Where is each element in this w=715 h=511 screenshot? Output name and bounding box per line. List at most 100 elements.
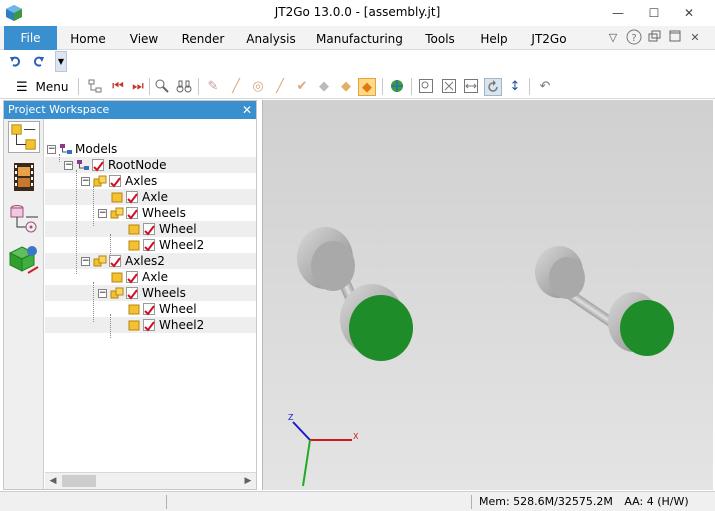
axle-assembly-2[interactable] bbox=[535, 246, 674, 356]
model-tree-icon[interactable] bbox=[8, 121, 40, 153]
tree-expander[interactable]: − bbox=[81, 177, 90, 186]
tree-node-label: Wheel bbox=[159, 302, 197, 316]
close-icon[interactable]: ✕ bbox=[686, 29, 704, 47]
tree-node-label: RootNode bbox=[108, 158, 167, 172]
memory-usage: Mem: 528.6M/32575.2M bbox=[479, 495, 613, 508]
binoculars-icon[interactable] bbox=[175, 78, 193, 96]
part-icon bbox=[111, 192, 123, 203]
workspace-side-tabs bbox=[4, 119, 44, 489]
main-toolbar: ☰ Menu ⏮ ⏭ ✎ ╱ ◎ ╱ ✔ ◆ ◆ ◆ ↕ ↶ bbox=[0, 74, 715, 99]
visibility-checkbox[interactable] bbox=[126, 287, 138, 300]
tree-node-label: Wheel2 bbox=[159, 318, 205, 332]
tab-analysis[interactable]: Analysis bbox=[243, 26, 299, 50]
redo-icon[interactable] bbox=[30, 54, 46, 70]
zoom-to-selection-icon[interactable] bbox=[153, 78, 171, 96]
visibility-checkbox[interactable] bbox=[126, 191, 138, 204]
maximize-button[interactable]: ☐ bbox=[637, 0, 671, 26]
minimize-button[interactable]: — bbox=[601, 0, 635, 26]
undo-icon[interactable] bbox=[8, 54, 24, 70]
tree-expander[interactable]: − bbox=[47, 145, 56, 154]
pan-icon[interactable] bbox=[462, 78, 480, 96]
tab-home[interactable]: Home bbox=[64, 26, 112, 50]
panel-close-button[interactable]: ✕ bbox=[242, 101, 252, 119]
tree-row[interactable]: Wheel2 bbox=[45, 317, 256, 333]
wheel[interactable] bbox=[297, 227, 355, 291]
antialias-level: AA: 4 (H/W) bbox=[624, 495, 689, 508]
tree-connector bbox=[76, 170, 77, 274]
tree-expander[interactable]: − bbox=[98, 209, 107, 218]
toolbar-separator bbox=[529, 78, 530, 95]
assembly-icon bbox=[93, 175, 107, 187]
tree-expander[interactable]: − bbox=[64, 161, 73, 170]
shaded-cube-icon[interactable]: ◆ bbox=[315, 78, 333, 96]
quick-access-customize-button[interactable]: ▼ bbox=[55, 51, 67, 72]
tree-structure-icon[interactable] bbox=[86, 78, 104, 96]
tab-render[interactable]: Render bbox=[178, 26, 228, 50]
zoom-window-icon[interactable] bbox=[417, 78, 435, 96]
axle-assembly-1[interactable] bbox=[297, 227, 413, 361]
reset-view-icon[interactable]: ↶ bbox=[536, 78, 554, 96]
material-cube-icon[interactable]: ◆ bbox=[337, 78, 355, 96]
tree-row[interactable]: Wheel bbox=[45, 301, 256, 317]
scroll-left-arrow-icon[interactable]: ◀ bbox=[45, 473, 61, 489]
tree-node-label: Wheels bbox=[142, 206, 186, 220]
checkmark-icon bbox=[144, 225, 155, 236]
chevron-down-icon[interactable]: ▽ bbox=[604, 29, 622, 47]
visibility-checkbox[interactable] bbox=[126, 207, 138, 220]
wheel[interactable] bbox=[535, 246, 585, 299]
restore-icon[interactable] bbox=[646, 29, 664, 47]
visibility-checkbox[interactable] bbox=[126, 271, 138, 284]
tree-expander[interactable]: − bbox=[98, 289, 107, 298]
file-tab[interactable]: File bbox=[4, 26, 57, 50]
assembly-icon bbox=[110, 207, 124, 219]
brush-tool-icon[interactable]: ✔ bbox=[293, 78, 311, 96]
maximize-icon[interactable] bbox=[666, 29, 684, 47]
rootnode-icon bbox=[77, 160, 89, 170]
scroll-right-arrow-icon[interactable]: ▶ bbox=[240, 473, 256, 489]
tree-node-label: Wheel bbox=[159, 222, 197, 236]
globe-icon[interactable] bbox=[388, 78, 406, 96]
help-icon[interactable]: ? bbox=[625, 29, 643, 47]
visibility-checkbox[interactable] bbox=[143, 319, 155, 332]
wheel2[interactable] bbox=[340, 284, 413, 361]
part-icon bbox=[128, 224, 140, 235]
menu-button[interactable]: ☰ Menu bbox=[16, 78, 68, 96]
visibility-checkbox[interactable] bbox=[109, 175, 121, 188]
tree-row[interactable]: − Wheels bbox=[45, 285, 256, 301]
cube-network-icon[interactable] bbox=[8, 243, 40, 275]
tab-view[interactable]: View bbox=[124, 26, 164, 50]
tree-node-label: Axles bbox=[125, 174, 158, 188]
next-icon[interactable]: ⏭ bbox=[129, 78, 147, 96]
wheel2[interactable] bbox=[608, 292, 674, 356]
active-cube-icon[interactable]: ◆ bbox=[358, 78, 376, 96]
tab-jt2go[interactable]: JT2Go bbox=[528, 26, 570, 50]
tree-expander[interactable]: − bbox=[81, 257, 90, 266]
pencil-tool-icon[interactable]: ╱ bbox=[271, 78, 289, 96]
tab-tools[interactable]: Tools bbox=[420, 26, 460, 50]
visibility-checkbox[interactable] bbox=[143, 239, 155, 252]
zoom-vertical-icon[interactable]: ↕ bbox=[506, 78, 524, 96]
visibility-checkbox[interactable] bbox=[92, 159, 104, 172]
tab-manufacturing[interactable]: Manufacturing bbox=[316, 26, 403, 50]
eraser-icon[interactable]: ✎ bbox=[204, 78, 222, 96]
line-tool-icon[interactable]: ╱ bbox=[227, 78, 245, 96]
tree-horizontal-scrollbar[interactable]: ◀ ▶ bbox=[45, 472, 256, 489]
models-icon bbox=[60, 144, 72, 154]
visibility-checkbox[interactable] bbox=[143, 223, 155, 236]
scroll-thumb[interactable] bbox=[62, 475, 96, 487]
tree-row[interactable]: − Models bbox=[45, 141, 256, 157]
project-workspace-panel: Project Workspace ✕ − Models − RootNode … bbox=[3, 100, 257, 490]
previous-icon[interactable]: ⏮ bbox=[109, 78, 127, 96]
database-icon[interactable] bbox=[8, 203, 40, 235]
close-button[interactable]: ✕ bbox=[672, 0, 706, 26]
film-icon[interactable] bbox=[8, 161, 40, 193]
rotate-icon[interactable] bbox=[484, 78, 502, 96]
3d-viewport[interactable]: Z X bbox=[262, 100, 713, 490]
fit-all-icon[interactable] bbox=[440, 78, 458, 96]
toolbar-separator bbox=[198, 78, 199, 95]
visibility-checkbox[interactable] bbox=[143, 303, 155, 316]
project-workspace-header: Project Workspace ✕ bbox=[4, 101, 256, 119]
circle-tool-icon[interactable]: ◎ bbox=[249, 78, 267, 96]
tab-help[interactable]: Help bbox=[476, 26, 512, 50]
axis-triad: Z X bbox=[288, 413, 359, 487]
